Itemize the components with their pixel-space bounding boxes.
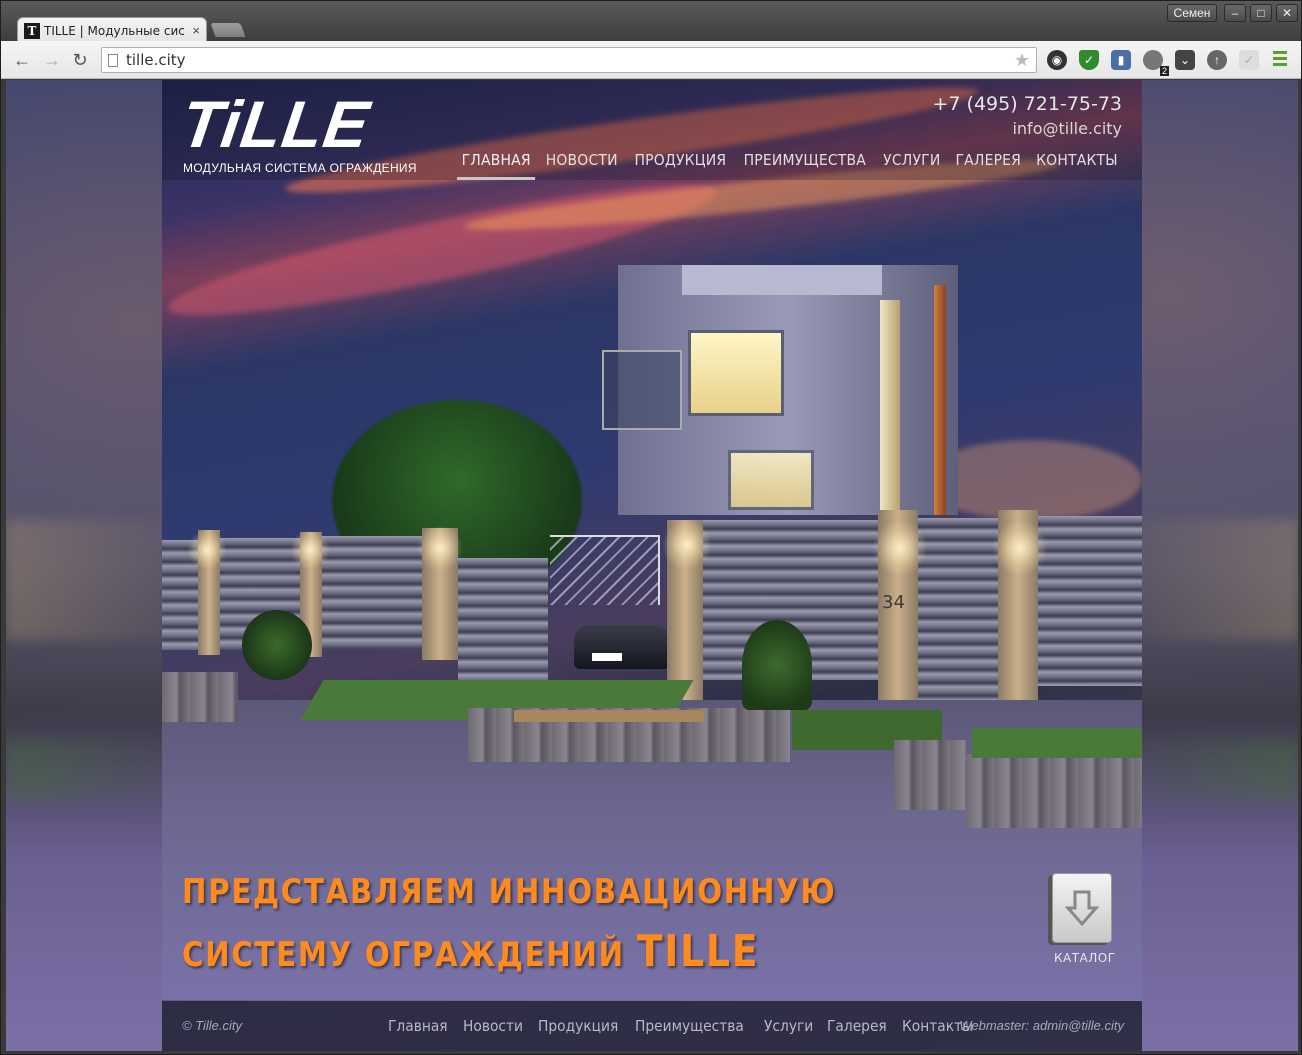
footer-link-home[interactable]: Главная [388, 1017, 448, 1035]
address-bar[interactable]: tille.city ★ [101, 47, 1037, 73]
cloud-upload-icon[interactable]: ↑ [1207, 50, 1227, 70]
footer-link-news[interactable]: Новости [463, 1017, 523, 1035]
stone-planter [966, 754, 1142, 828]
pillar-light [187, 530, 227, 570]
headline-line-1: ПРЕДСТАВЛЯЕМ ИННОВАЦИОННУЮ [182, 872, 837, 912]
headline-line-2: СИСТЕМУ ОГРАЖДЕНИЙ TILLE [182, 926, 759, 977]
staircase [550, 535, 660, 605]
headline-line-2-text: СИСТЕМУ ОГРАЖДЕНИЙ [182, 935, 637, 975]
footer-link-services[interactable]: Услуги [764, 1017, 813, 1035]
grass-strip [972, 728, 1142, 758]
wooden-bench [514, 710, 704, 722]
fence-panel [322, 536, 422, 650]
balcony [602, 350, 682, 430]
footer-link-gallery[interactable]: Галерея [827, 1017, 887, 1035]
pillar-light [417, 525, 463, 571]
email-link[interactable]: info@tille.city [1012, 119, 1122, 138]
browser-window: T TILLE | Модульные сис × Семен – □ ✕ ← … [0, 0, 1302, 1055]
footer-nav: Главная Новости Продукция Преимущества У… [388, 1017, 989, 1035]
pillar-light [872, 520, 928, 576]
back-arrow-icon[interactable]: ← [11, 49, 33, 71]
disabled-shield-icon[interactable]: ✓ [1239, 50, 1259, 70]
lit-window-lower [728, 450, 814, 510]
car-plate [592, 653, 622, 661]
logo-subtitle: МОДУЛЬНАЯ СИСТЕМА ОГРАЖДЕНИЯ [183, 161, 417, 175]
pedestrian-gate [918, 518, 998, 722]
camera-extension-icon[interactable]: ◉ [1047, 50, 1067, 70]
tab-close-icon[interactable]: × [192, 23, 200, 38]
menu-item-news[interactable]: НОВОСТИ [541, 151, 622, 180]
shrub [742, 620, 812, 710]
page-icon [108, 53, 118, 67]
stone-planter [162, 672, 238, 722]
pillar-light [662, 520, 712, 570]
menu-item-products[interactable]: ПРОДУКЦИЯ [630, 151, 731, 180]
site-footer: © Tille.city Главная Новости Продукция П… [162, 1001, 1142, 1051]
footer-link-advantages[interactable]: Преимущества [635, 1017, 744, 1035]
site-logo[interactable]: TiLLE [177, 86, 375, 162]
site-container: 34 TiLLE МОДУЛЬНАЯ СИСТЕМА ОГРАЖДЕНИЯ +7 [162, 80, 1142, 1051]
sliding-gate [458, 558, 548, 688]
extension-badge: 2 [1159, 66, 1169, 76]
phone-number[interactable]: +7 (495) 721-75-73 [932, 93, 1122, 115]
forward-arrow-icon[interactable]: → [41, 49, 63, 71]
pillar-light [992, 520, 1048, 576]
book-extension-icon[interactable]: ▮ [1111, 50, 1131, 70]
pillar-light [290, 530, 330, 570]
lit-window-upper [688, 330, 784, 416]
shrub [242, 610, 312, 680]
maximize-button[interactable]: □ [1250, 4, 1272, 22]
headline-brand: TILLE [636, 926, 760, 977]
reload-icon[interactable]: ↻ [69, 49, 91, 71]
webmaster-contact[interactable]: Webmaster: admin@tille.city [959, 1018, 1124, 1033]
main-menu: ГЛАВНАЯ НОВОСТИ ПРОДУКЦИЯ ПРЕИМУЩЕСТВА У… [454, 151, 1126, 180]
menu-item-services[interactable]: УСЛУГИ [879, 151, 946, 180]
menu-item-contacts[interactable]: КОНТАКТЫ [1032, 151, 1123, 180]
house-roof [682, 265, 882, 295]
fence-panel [1038, 516, 1142, 686]
copyright-text: © Tille.city [182, 1018, 243, 1033]
stone-planter [894, 740, 966, 810]
pocket-extension-icon[interactable]: ⌄ [1175, 50, 1195, 70]
download-arrow-icon [1065, 890, 1099, 927]
footer-link-products[interactable]: Продукция [538, 1017, 618, 1035]
profile-button[interactable]: Семен [1167, 4, 1217, 22]
tab-title: TILLE | Модульные сис [44, 23, 185, 38]
ghost-extension-icon[interactable]: 2 [1143, 50, 1169, 76]
close-window-button[interactable]: ✕ [1276, 4, 1298, 22]
browser-menu-icon[interactable] [1273, 51, 1287, 67]
menu-item-gallery[interactable]: ГАЛЕРЕЯ [950, 151, 1025, 180]
page-viewport: 34 TiLLE МОДУЛЬНАЯ СИСТЕМА ОГРАЖДЕНИЯ +7 [6, 80, 1298, 1051]
lit-pillar-wall [880, 300, 900, 510]
tille-favicon-icon: T [24, 22, 40, 39]
shield-extension-icon[interactable]: ✓ [1079, 50, 1099, 70]
minimize-button[interactable]: – [1224, 4, 1246, 22]
url-text[interactable]: tille.city [126, 51, 1014, 69]
new-tab-button[interactable] [210, 23, 246, 37]
house-number: 34 [882, 592, 905, 613]
menu-item-home[interactable]: ГЛАВНАЯ [456, 151, 536, 180]
menu-item-advantages[interactable]: ПРЕИМУЩЕСТВА [739, 151, 871, 180]
bookmark-star-icon[interactable]: ★ [1014, 50, 1030, 71]
title-bar: T TILLE | Модульные сис × Семен – □ ✕ [1, 1, 1301, 43]
browser-toolbar: ← → ↻ tille.city ★ ◉ ✓ ▮ 2 ⌄ ↑ ✓ [1, 41, 1301, 79]
catalog-label[interactable]: КАТАЛОГ [1054, 951, 1116, 965]
catalog-download-button[interactable] [1052, 873, 1112, 943]
chimney-pipe [934, 285, 946, 515]
car [574, 625, 670, 669]
browser-tab[interactable]: T TILLE | Модульные сис × [17, 17, 207, 43]
